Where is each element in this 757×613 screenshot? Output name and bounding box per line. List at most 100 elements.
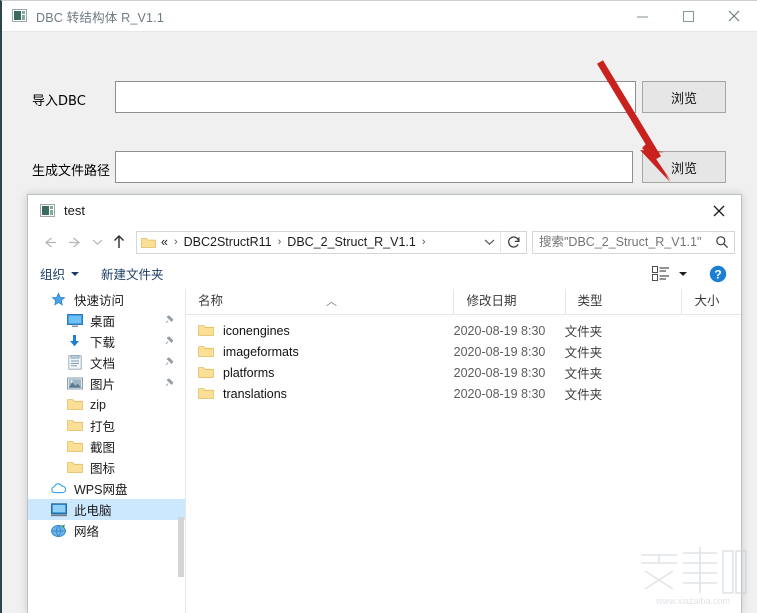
- pin-icon[interactable]: [164, 356, 175, 370]
- file-date-cell: 2020-08-19 8:30: [453, 386, 546, 401]
- column-header-name-label: 名称: [198, 294, 224, 308]
- sidebar-item-label: 文档: [90, 357, 116, 371]
- breadcrumb-separator: ›: [173, 236, 178, 248]
- sort-ascending-icon: ︿: [326, 296, 337, 308]
- help-button[interactable]: ?: [709, 265, 727, 283]
- file-date-cell: 2020-08-19 8:30: [453, 344, 546, 359]
- new-folder-label: 新建文件夹: [101, 268, 164, 282]
- dialog-navigation-bar: « › DBC2StructR11 › DBC_2_Struct_R_V1.1 …: [28, 226, 741, 258]
- table-row[interactable]: imageformats 2020-08-19 8:30 文件夹: [186, 341, 741, 362]
- dialog-title: test: [64, 203, 85, 218]
- sidebar-item[interactable]: 图片: [28, 373, 185, 394]
- close-button[interactable]: [711, 1, 757, 31]
- file-type-cell: 文件夹: [564, 388, 603, 402]
- pin-icon[interactable]: [164, 335, 175, 349]
- forward-arrow-icon[interactable]: [62, 229, 88, 255]
- refresh-icon[interactable]: [500, 230, 526, 254]
- browse-button-import[interactable]: 浏览: [642, 81, 726, 113]
- sidebar-item-label: 截图: [90, 441, 116, 455]
- folder-icon: [66, 439, 83, 455]
- sidebar-item[interactable]: 此电脑: [28, 499, 185, 520]
- search-icon[interactable]: [710, 235, 734, 249]
- file-name-label: iconengines: [223, 323, 290, 338]
- sidebar-item-label: 下载: [90, 336, 116, 350]
- file-name-cell: imageformats: [186, 345, 454, 359]
- table-row[interactable]: iconengines 2020-08-19 8:30 文件夹: [186, 320, 741, 341]
- view-layout-button[interactable]: [652, 266, 687, 281]
- import-dbc-input[interactable]: [115, 81, 636, 113]
- output-path-label: 生成文件路径: [32, 164, 111, 179]
- file-type-cell: 文件夹: [564, 367, 603, 381]
- sidebar-item[interactable]: WPS网盘: [28, 478, 185, 499]
- up-arrow-icon[interactable]: [106, 229, 132, 255]
- browse-button-output[interactable]: 浏览: [642, 151, 726, 183]
- column-header-date[interactable]: 修改日期: [453, 289, 564, 314]
- sidebar-item-label: 此电脑: [74, 504, 112, 518]
- file-name-label: translations: [223, 386, 287, 401]
- breadcrumb-item-2[interactable]: DBC_2_Struct_R_V1.1: [287, 235, 416, 249]
- file-date-cell: 2020-08-19 8:30: [453, 365, 546, 380]
- address-bar[interactable]: « › DBC2StructR11 › DBC_2_Struct_R_V1.1 …: [136, 230, 527, 254]
- table-row[interactable]: translations 2020-08-19 8:30 文件夹: [186, 383, 741, 404]
- organize-menu-button[interactable]: 组织: [40, 264, 80, 283]
- minimize-button[interactable]: [619, 1, 665, 31]
- sidebar-item-label: 快速访问: [74, 294, 125, 308]
- view-chevron-down-icon[interactable]: [679, 271, 687, 276]
- file-date-cell: 2020-08-19 8:30: [453, 323, 546, 338]
- file-name-cell: iconengines: [186, 324, 454, 338]
- file-name-label: imageformats: [223, 344, 299, 359]
- column-header-size[interactable]: 大小: [681, 289, 741, 314]
- sidebar-item-label: zip: [90, 397, 106, 412]
- organize-label: 组织: [40, 268, 66, 282]
- sidebar-item[interactable]: 文档: [28, 352, 185, 373]
- sidebar-item-label: 网络: [74, 525, 100, 539]
- sidebar-item-label: WPS网盘: [74, 483, 128, 497]
- app-icon: [12, 9, 28, 23]
- folder-icon: [141, 236, 156, 248]
- download-icon: [66, 334, 83, 350]
- svg-text:?: ?: [714, 267, 721, 281]
- breadcrumb-item-1[interactable]: DBC2StructR11: [184, 235, 272, 249]
- dialog-close-button[interactable]: [696, 195, 741, 226]
- folder-icon: [66, 460, 83, 476]
- navigation-sidebar[interactable]: 快速访问桌面下载文档图片 zip 打包截图图标 WPS网盘此电脑网络: [28, 289, 186, 613]
- folder-icon: [66, 397, 83, 413]
- maximize-button[interactable]: [665, 1, 711, 31]
- breadcrumb-prefix[interactable]: «: [161, 235, 168, 249]
- file-name-cell: platforms: [186, 366, 454, 380]
- import-dbc-label: 导入DBC: [32, 94, 86, 109]
- file-type-cell: 文件夹: [564, 346, 603, 360]
- sidebar-item[interactable]: 快速访问: [28, 289, 185, 310]
- sidebar-item[interactable]: 打包: [28, 415, 185, 436]
- sidebar-item[interactable]: zip: [28, 394, 185, 415]
- sidebar-item-label: 图标: [90, 462, 116, 476]
- sidebar-item[interactable]: 桌面: [28, 310, 185, 331]
- folder-icon: [198, 366, 214, 379]
- app-title: DBC 转结构体 R_V1.1: [36, 10, 165, 25]
- pin-icon[interactable]: [164, 377, 175, 391]
- back-arrow-icon[interactable]: [36, 229, 62, 255]
- table-row[interactable]: platforms 2020-08-19 8:30 文件夹: [186, 362, 741, 383]
- toolbar-right-group: ?: [652, 265, 733, 283]
- sidebar-item[interactable]: 图标: [28, 457, 185, 478]
- sidebar-item[interactable]: 截图: [28, 436, 185, 457]
- file-name-label: platforms: [223, 365, 275, 380]
- recent-locations-chevron-down-icon[interactable]: [88, 229, 106, 255]
- search-box[interactable]: [532, 230, 735, 254]
- column-header-type[interactable]: 类型: [564, 289, 682, 314]
- view-layout-icon: [652, 266, 669, 281]
- column-header-row: 名称 ︿ 修改日期 类型 大小: [186, 289, 741, 315]
- address-chevron-down-icon[interactable]: [478, 232, 500, 253]
- sidebar-item[interactable]: 下载: [28, 331, 185, 352]
- breadcrumb-separator: ›: [277, 236, 282, 248]
- output-path-input[interactable]: [115, 151, 633, 183]
- dialog-title-bar: test: [28, 195, 741, 226]
- sidebar-scrollbar-thumb[interactable]: [178, 517, 184, 577]
- search-input[interactable]: [533, 234, 710, 250]
- column-header-name[interactable]: 名称 ︿: [186, 289, 453, 314]
- new-folder-button[interactable]: 新建文件夹: [101, 264, 164, 283]
- sidebar-item[interactable]: 网络: [28, 520, 185, 541]
- pin-icon[interactable]: [164, 314, 175, 328]
- desktop-icon: [66, 313, 83, 329]
- folder-icon: [66, 418, 83, 434]
